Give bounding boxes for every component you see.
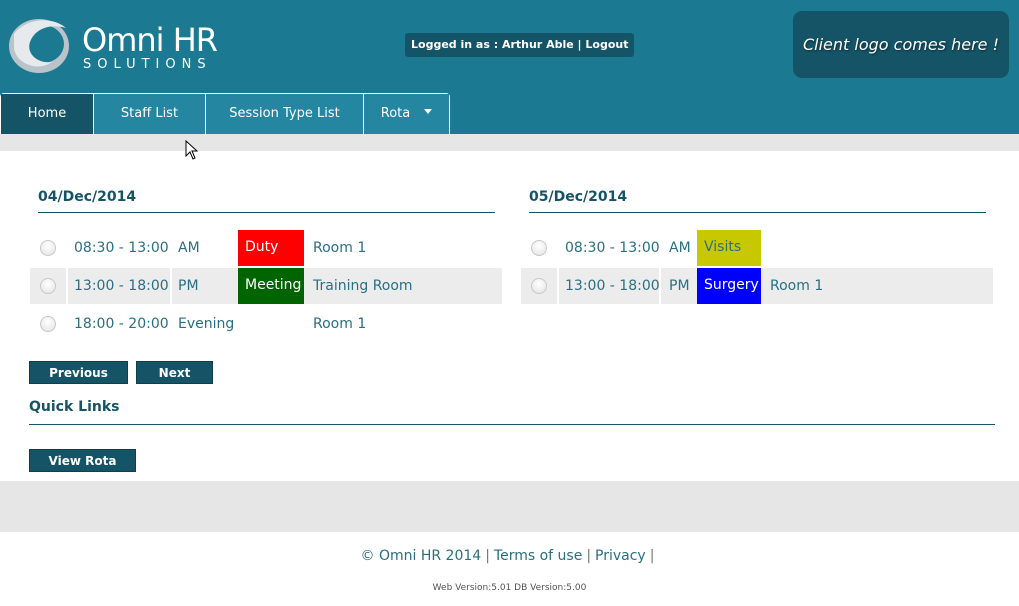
session-room — [761, 230, 770, 266]
session-room: Training Room — [313, 278, 413, 294]
session-room: Room 1 — [770, 278, 824, 294]
footer-divider: | — [485, 548, 490, 564]
view-rota-button[interactable]: View Rota — [29, 449, 136, 472]
nav-home-label: Home — [27, 106, 67, 121]
session-radio[interactable] — [531, 240, 547, 256]
session-type-badge: Surgery — [697, 268, 761, 304]
session-type-badge: Visits — [697, 230, 761, 266]
logout-link[interactable]: Logout — [585, 38, 628, 51]
logo-main-text: Omni HR — [82, 21, 218, 59]
nav-staff-list-label: Staff List — [120, 106, 179, 121]
nav-rota-label: Rota — [380, 106, 411, 121]
session-period: AM — [178, 240, 200, 256]
mouse-pointer-icon — [185, 140, 199, 160]
nav-session-type-list[interactable]: Session Type List — [206, 94, 364, 134]
nav-staff-list[interactable]: Staff List — [94, 94, 206, 134]
session-row: 08:30 - 13:00 AM Duty Room 1 — [30, 230, 502, 266]
day-2-divider — [529, 212, 986, 213]
footer-divider: | — [649, 548, 655, 564]
header: Omni HR SOLUTIONS Logged in as : Arthur … — [0, 0, 1019, 134]
session-time: 13:00 - 18:00 — [68, 268, 172, 304]
login-divider: | — [573, 38, 586, 51]
session-time: 08:30 - 13:00 — [68, 230, 172, 266]
session-period: AM — [669, 240, 691, 256]
next-button[interactable]: Next — [136, 361, 213, 384]
day-1-divider — [38, 212, 495, 213]
quick-links-divider — [29, 424, 995, 425]
login-status: Logged in as : Arthur Able | Logout — [405, 33, 635, 57]
session-time: 13:00 - 18:00 — [559, 268, 661, 304]
dropdown-caret-icon — [424, 109, 433, 114]
copyright-text: © Omni HR 2014 — [360, 548, 482, 564]
session-period: PM — [669, 278, 690, 294]
session-radio[interactable] — [40, 278, 56, 294]
session-row: 18:00 - 20:00 Evening Room 1 — [30, 306, 502, 342]
logo-sub-text: SOLUTIONS — [83, 57, 212, 72]
content-bottom-band — [0, 481, 1019, 532]
day-2-date: 05/Dec/2014 — [529, 189, 628, 205]
session-radio[interactable] — [40, 240, 56, 256]
nav-rota[interactable]: Rota — [364, 94, 449, 134]
session-type-badge — [238, 306, 304, 342]
version-text: Web Version:5.01 DB Version:5.00 — [432, 583, 587, 593]
footer-divider: | — [586, 548, 592, 564]
session-radio[interactable] — [531, 278, 547, 294]
session-type-badge: Meeting — [238, 268, 304, 304]
session-period: Evening — [178, 316, 235, 332]
nav-session-type-list-label: Session Type List — [229, 106, 340, 121]
user-name: Arthur Able — [501, 38, 574, 51]
content-top-band — [0, 134, 1019, 151]
session-row: 13:00 - 18:00 PM Meeting Training Room — [30, 268, 502, 304]
session-room: Room 1 — [313, 316, 367, 332]
session-time: 18:00 - 20:00 — [68, 306, 172, 342]
login-prefix: Logged in as : — [411, 38, 502, 51]
footer: © Omni HR 2014 | Terms of use | Privacy | — [0, 548, 1019, 564]
day-1-date: 04/Dec/2014 — [38, 189, 137, 205]
quick-links-title: Quick Links — [29, 399, 120, 415]
omni-hr-logo: Omni HR SOLUTIONS — [8, 14, 238, 76]
nav-home[interactable]: Home — [1, 94, 94, 134]
session-row: 13:00 - 18:00 PM Surgery Room 1 — [521, 268, 993, 304]
session-period: PM — [178, 278, 199, 294]
session-radio[interactable] — [40, 316, 56, 332]
privacy-link[interactable]: Privacy — [595, 548, 646, 564]
session-time: 08:30 - 13:00 — [559, 230, 661, 266]
swirl-logo-icon — [9, 19, 69, 73]
terms-link[interactable]: Terms of use — [494, 548, 582, 564]
main-nav: Home Staff List Session Type List Rota — [0, 93, 450, 134]
session-room: Room 1 — [313, 240, 367, 256]
client-logo-placeholder: Client logo comes here ! — [793, 11, 1009, 78]
session-type-badge: Duty — [238, 230, 304, 266]
session-row: 08:30 - 13:00 AM Visits — [521, 230, 993, 266]
previous-button[interactable]: Previous — [29, 361, 128, 384]
